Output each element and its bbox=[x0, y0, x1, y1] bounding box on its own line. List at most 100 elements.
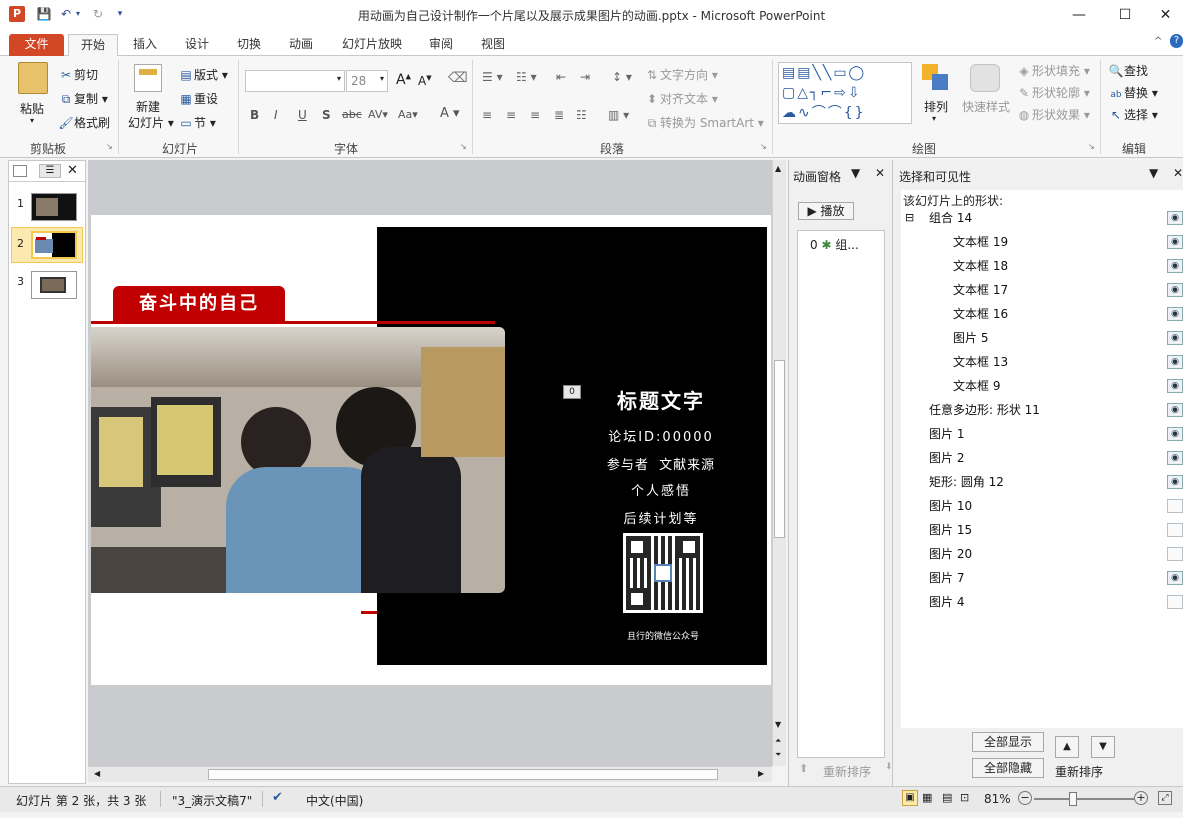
paste-dropdown-icon[interactable]: ▾ bbox=[30, 116, 34, 125]
reading-view-icon[interactable]: ▤ bbox=[942, 791, 952, 804]
shape-list-item[interactable]: 文本框 18 bbox=[901, 254, 1171, 278]
visibility-eye-icon[interactable]: ◉ bbox=[1167, 355, 1183, 369]
slide-thumbnail-2[interactable] bbox=[31, 231, 77, 259]
replace-button[interactable]: ab 替换 ▾ bbox=[1108, 84, 1157, 103]
columns-button[interactable]: ▥ ▾ bbox=[608, 108, 629, 122]
shape-list-item[interactable]: 文本框 17 bbox=[901, 278, 1171, 302]
copy-button[interactable]: ⧉ 复制 ▾ bbox=[58, 90, 108, 107]
close-selection-pane-icon[interactable]: ✕ bbox=[1173, 166, 1183, 180]
text-direction-button[interactable]: ⇅ 文字方向 ▾ bbox=[644, 66, 718, 83]
close-animation-pane-icon[interactable]: ✕ bbox=[875, 166, 885, 180]
shapes-gallery[interactable]: ▤▤╲╲▭◯ ▢△┐⌐⇨⇩ ☁∿⌒⌒{} bbox=[778, 62, 912, 124]
drawing-launcher-icon[interactable]: ↘ bbox=[1088, 142, 1095, 151]
normal-view-icon[interactable]: ▣ bbox=[902, 790, 918, 806]
strikethrough-button[interactable]: abc bbox=[342, 108, 362, 121]
char-spacing-button[interactable]: AV▾ bbox=[368, 108, 388, 121]
visibility-eye-icon[interactable]: ◉ bbox=[1167, 379, 1183, 393]
show-all-button[interactable]: 全部显示 bbox=[972, 732, 1044, 752]
shape-list-item[interactable]: 图片 5 bbox=[901, 326, 1171, 350]
section-button[interactable]: ▭ 节 ▾ bbox=[178, 114, 216, 131]
outline-tab-icon[interactable]: ☰ bbox=[39, 164, 61, 178]
collapse-group-icon[interactable]: ⊟ bbox=[905, 206, 914, 230]
move-up-button[interactable]: ▲ bbox=[1055, 736, 1079, 758]
shape-fill-button[interactable]: ◈ 形状填充 ▾ bbox=[1016, 62, 1089, 79]
format-painter-button[interactable]: 🖌格式刷 bbox=[58, 114, 110, 131]
animation-order-tag[interactable]: 0 bbox=[563, 385, 581, 399]
layout-button[interactable]: ▤ 版式 ▾ bbox=[178, 66, 228, 83]
zoom-in-icon[interactable]: + bbox=[1134, 791, 1148, 805]
scroll-left-icon[interactable]: ◀ bbox=[94, 769, 100, 778]
shape-outline-button[interactable]: ✎ 形状轮廓 ▾ bbox=[1016, 84, 1090, 101]
zoom-slider[interactable] bbox=[1034, 798, 1134, 800]
find-button[interactable]: 🔍查找 bbox=[1108, 62, 1149, 79]
tab-insert[interactable]: 插入 bbox=[124, 34, 166, 56]
visibility-eye-icon[interactable]: ◉ bbox=[1167, 427, 1183, 441]
scroll-up-icon[interactable]: ▲ bbox=[775, 164, 781, 173]
align-text-button[interactable]: ⬍ 对齐文本 ▾ bbox=[644, 90, 718, 107]
slide-sorter-icon[interactable]: ▦ bbox=[922, 791, 932, 804]
clipboard-launcher-icon[interactable]: ↘ bbox=[106, 142, 113, 151]
smartart-button[interactable]: ⧉ 转换为 SmartArt ▾ bbox=[644, 114, 764, 131]
align-center-button[interactable]: ≡ bbox=[506, 108, 516, 122]
new-slide-icon[interactable] bbox=[134, 64, 162, 92]
shape-list-item[interactable]: 文本框 16 bbox=[901, 302, 1171, 326]
shrink-font-button[interactable]: A▼ bbox=[418, 74, 432, 88]
slideshow-view-icon[interactable]: ⊡ bbox=[960, 791, 969, 804]
new-slide-button[interactable]: 新建 bbox=[136, 98, 160, 115]
clear-formatting-button[interactable]: ⌫ bbox=[448, 70, 468, 86]
shape-list-item[interactable]: 文本框 19 bbox=[901, 230, 1171, 254]
change-case-button[interactable]: Aa▾ bbox=[398, 108, 418, 121]
tab-transitions[interactable]: 切换 bbox=[228, 34, 270, 56]
tab-view[interactable]: 视图 bbox=[472, 34, 514, 56]
align-left-button[interactable]: ≡ bbox=[482, 108, 492, 122]
visibility-eye-icon[interactable]: ◉ bbox=[1167, 283, 1183, 297]
fit-to-window-icon[interactable]: ⤢ bbox=[1158, 791, 1172, 805]
shape-list-item[interactable]: 矩形: 圆角 12 bbox=[901, 470, 1171, 494]
pane-options-icon[interactable]: ▼ bbox=[1149, 166, 1158, 180]
forum-id-text[interactable]: 论坛ID:00000 bbox=[581, 426, 741, 445]
tab-home[interactable]: 开始 bbox=[68, 34, 118, 56]
justify-button[interactable]: ≣ bbox=[554, 108, 564, 122]
participants-text[interactable]: 参与者 文献来源 bbox=[581, 454, 741, 473]
italic-button[interactable]: I bbox=[274, 108, 278, 122]
zoom-slider-thumb[interactable] bbox=[1069, 792, 1077, 806]
shape-list-item[interactable]: 图片 7 bbox=[901, 566, 1171, 590]
qr-caption-text[interactable]: 且行的微信公众号 bbox=[601, 629, 725, 642]
bullets-button[interactable]: ☰ ▾ bbox=[482, 70, 503, 84]
shape-effects-button[interactable]: ◍ 形状效果 ▾ bbox=[1016, 106, 1090, 123]
paste-button[interactable]: 粘贴 bbox=[20, 100, 44, 117]
vertical-scrollbar[interactable]: ▲ ▼ ⏶ ⏷ bbox=[772, 160, 786, 766]
hscroll-thumb[interactable] bbox=[208, 769, 718, 780]
tab-review[interactable]: 审阅 bbox=[420, 34, 462, 56]
hide-all-button[interactable]: 全部隐藏 bbox=[972, 758, 1044, 778]
visibility-eye-icon[interactable]: ◉ bbox=[1167, 211, 1183, 225]
grow-font-button[interactable]: A▲ bbox=[396, 72, 411, 88]
new-slide-dropdown[interactable]: 幻灯片 ▾ bbox=[128, 114, 174, 131]
arrange-dropdown-icon[interactable]: ▾ bbox=[932, 114, 936, 123]
spellcheck-icon[interactable]: ✔ bbox=[272, 790, 283, 805]
scroll-right-icon[interactable]: ▶ bbox=[758, 769, 764, 778]
reset-button[interactable]: ▦ 重设 bbox=[178, 90, 218, 107]
distributed-button[interactable]: ☷ bbox=[576, 108, 587, 122]
scroll-down-icon[interactable]: ▼ bbox=[775, 720, 781, 729]
next-slide-icon[interactable]: ⏷ bbox=[775, 750, 781, 760]
slide-thumbnail-1[interactable] bbox=[31, 193, 77, 221]
shape-list-item[interactable]: 图片 1 bbox=[901, 422, 1171, 446]
cut-button[interactable]: ✂ 剪切 bbox=[58, 66, 98, 83]
play-button[interactable]: ▶ 播放 bbox=[798, 202, 854, 220]
tab-animations[interactable]: 动画 bbox=[280, 34, 322, 56]
font-launcher-icon[interactable]: ↘ bbox=[460, 142, 467, 151]
paragraph-launcher-icon[interactable]: ↘ bbox=[760, 142, 767, 151]
visibility-eye-icon[interactable]: ◉ bbox=[1167, 331, 1183, 345]
font-name-combo[interactable]: ▾ bbox=[245, 70, 345, 92]
shape-list-item[interactable]: 图片 15 bbox=[901, 518, 1171, 542]
visibility-eye-icon[interactable]: ◉ bbox=[1167, 403, 1183, 417]
shape-list-item[interactable]: 图片 4 bbox=[901, 590, 1171, 614]
slide-title-text[interactable]: 标题文字 bbox=[581, 385, 741, 414]
visibility-eye-icon[interactable] bbox=[1167, 499, 1183, 513]
animation-item[interactable]: 0 ✱ 组... bbox=[810, 236, 859, 253]
shape-list-item[interactable]: 文本框 9 bbox=[901, 374, 1171, 398]
bold-button[interactable]: B bbox=[250, 108, 259, 122]
align-right-button[interactable]: ≡ bbox=[530, 108, 540, 122]
move-up-icon[interactable]: ⬆ bbox=[799, 762, 808, 775]
